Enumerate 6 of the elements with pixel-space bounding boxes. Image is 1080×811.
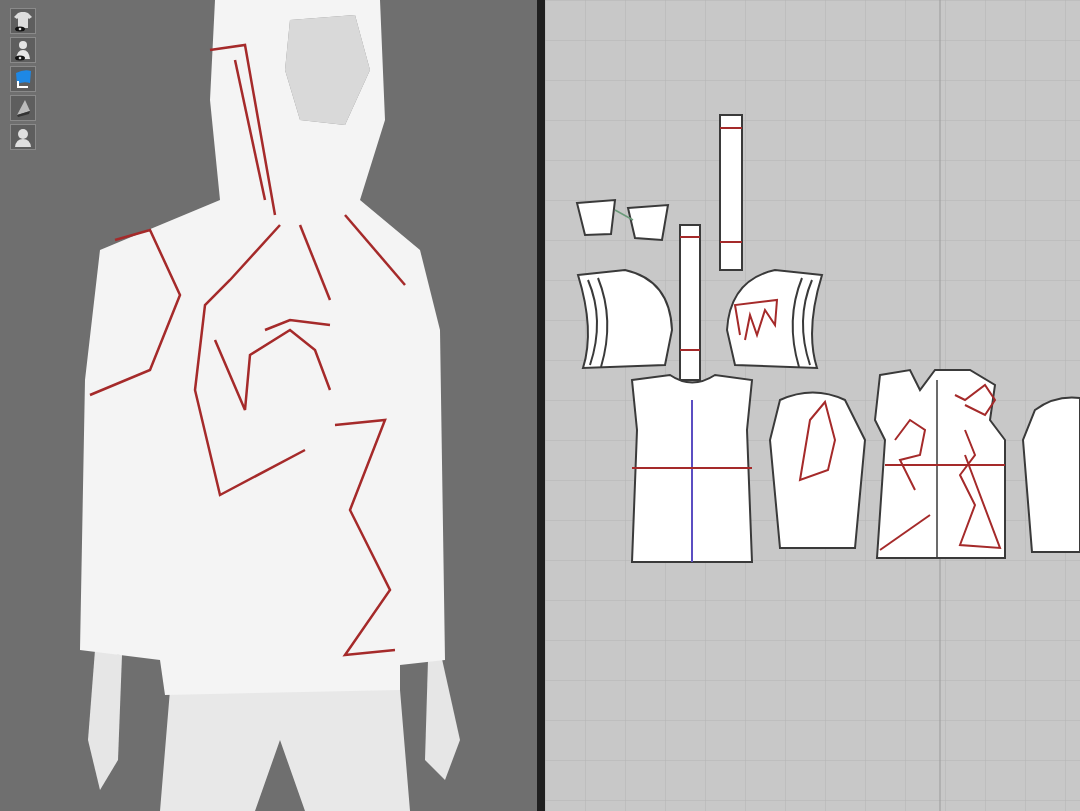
- toolbar-button[interactable]: [10, 8, 36, 34]
- person-icon: [12, 126, 34, 148]
- shirt-eye-icon: [12, 10, 34, 32]
- toolbar-button[interactable]: [10, 66, 36, 92]
- toolbar-button[interactable]: [10, 37, 36, 63]
- toolbar-button[interactable]: [10, 95, 36, 121]
